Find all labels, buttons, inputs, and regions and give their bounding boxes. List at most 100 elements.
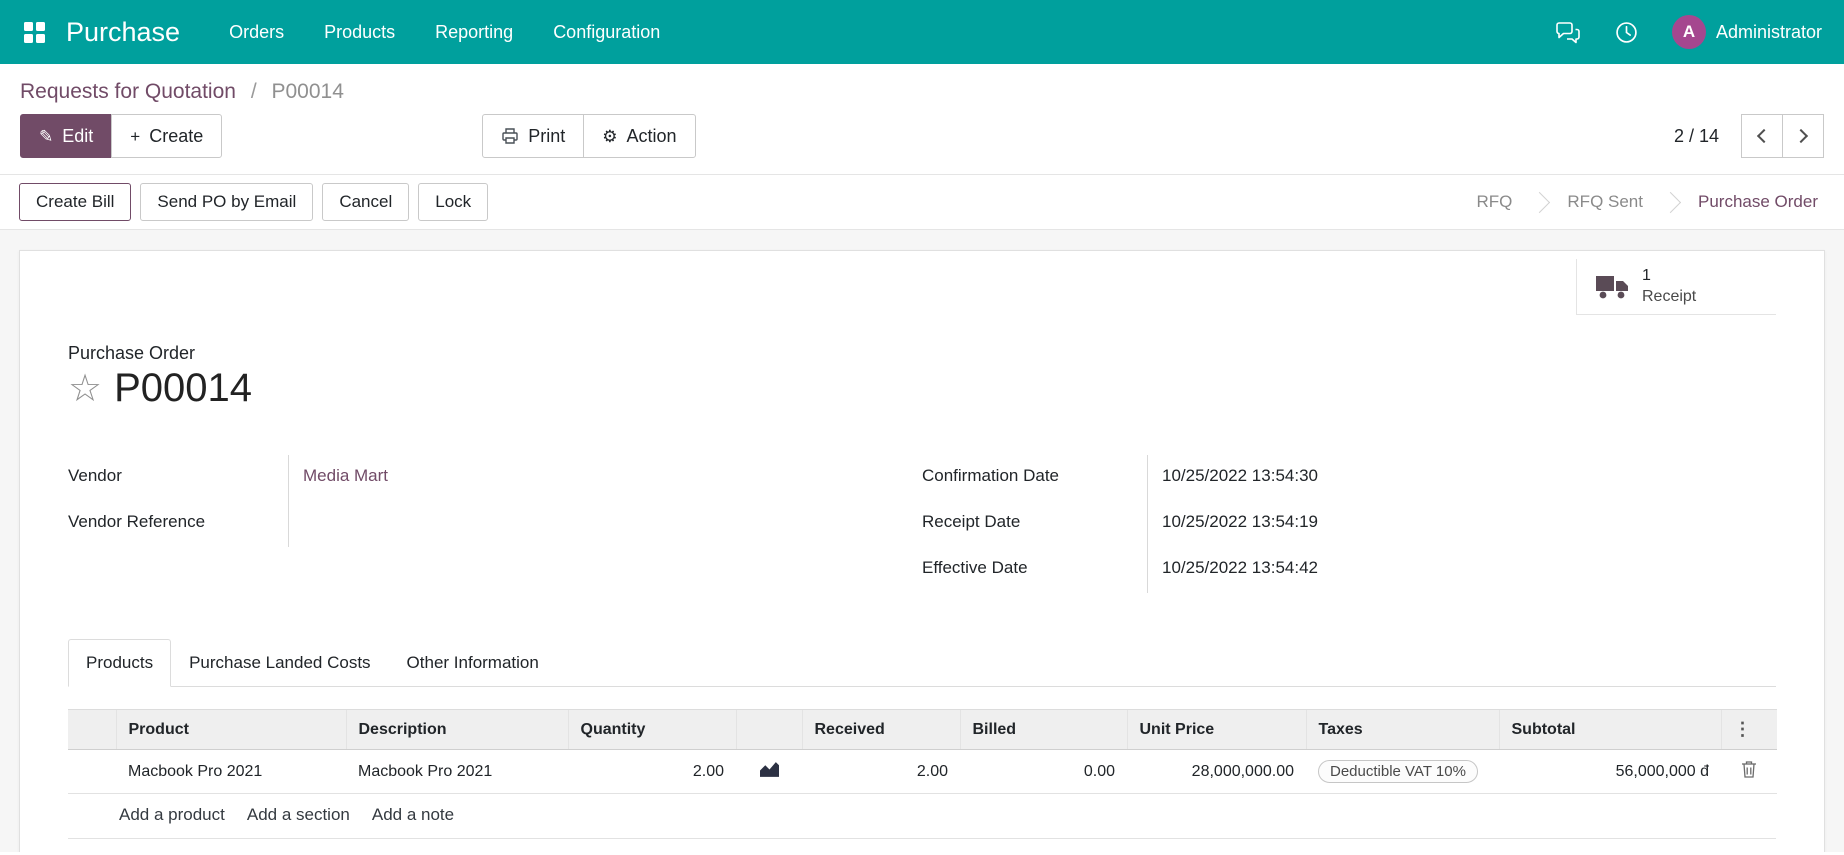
notebook-tabs: Products Purchase Landed Costs Other Inf… bbox=[68, 639, 1776, 687]
control-panel: ✎ Edit + Create Print ⚙ Action 2 / 14 bbox=[0, 114, 1844, 174]
vendor-reference-value bbox=[288, 501, 922, 547]
truck-icon bbox=[1596, 275, 1628, 298]
table-header-row: Product Description Quantity Received Bi… bbox=[68, 709, 1777, 750]
unit-price-column-header[interactable]: Unit Price bbox=[1126, 709, 1306, 750]
document-type-label: Purchase Order bbox=[68, 343, 196, 363]
statusbar: Create Bill Send PO by Email Cancel Lock… bbox=[0, 174, 1844, 230]
billed-column-header[interactable]: Billed bbox=[959, 709, 1127, 750]
page-title: P00014 bbox=[114, 366, 252, 410]
tab-purchase-landed-costs[interactable]: Purchase Landed Costs bbox=[171, 639, 388, 687]
handle-column-header bbox=[68, 709, 116, 750]
quantity-column-header[interactable]: Quantity bbox=[567, 709, 736, 750]
pencil-icon: ✎ bbox=[39, 126, 54, 146]
pager-count[interactable]: 2 / 14 bbox=[1674, 126, 1719, 147]
add-a-section-link[interactable]: Add a section bbox=[247, 805, 350, 825]
row-description: Macbook Pro 2021 bbox=[346, 749, 568, 794]
add-a-note-link[interactable]: Add a note bbox=[372, 805, 454, 825]
apps-menu-button[interactable] bbox=[10, 0, 58, 64]
receipt-count: 1 bbox=[1642, 266, 1651, 284]
breadcrumb-parent[interactable]: Requests for Quotation bbox=[20, 80, 236, 103]
content-area: 1 Receipt Purchase Order ☆ P00014 Vendor… bbox=[0, 230, 1844, 852]
status-step-purchase-order[interactable]: Purchase Order bbox=[1698, 192, 1818, 212]
menu-products[interactable]: Products bbox=[309, 16, 410, 49]
pager-next-button[interactable] bbox=[1782, 114, 1824, 158]
lock-button[interactable]: Lock bbox=[418, 183, 489, 221]
app-name[interactable]: Purchase bbox=[66, 17, 180, 48]
row-subtotal: 56,000,000 đ bbox=[1499, 749, 1721, 794]
chevron-right-icon bbox=[1793, 128, 1809, 144]
menu-orders[interactable]: Orders bbox=[214, 16, 299, 49]
title-block: Purchase Order ☆ P00014 bbox=[68, 343, 1776, 411]
create-bill-button[interactable]: Create Bill bbox=[19, 183, 132, 221]
print-action-group: Print ⚙ Action bbox=[482, 114, 696, 158]
subtotal-column-header[interactable]: Subtotal bbox=[1498, 709, 1721, 750]
optional-columns-kebab-icon[interactable]: ⋮ bbox=[1734, 719, 1752, 739]
confirmation-date-label: Confirmation Date bbox=[922, 466, 1060, 485]
receipt-label: Receipt bbox=[1642, 287, 1697, 305]
menu-configuration[interactable]: Configuration bbox=[538, 16, 675, 49]
pager: 2 / 14 bbox=[1674, 114, 1824, 158]
order-lines-table: Product Description Quantity Received Bi… bbox=[68, 709, 1777, 794]
vendor-field: Vendor Media Mart bbox=[68, 455, 922, 501]
user-name: Administrator bbox=[1715, 21, 1822, 42]
favorite-star-icon[interactable]: ☆ bbox=[68, 370, 102, 408]
trash-icon bbox=[1742, 761, 1756, 778]
tab-other-information[interactable]: Other Information bbox=[389, 639, 557, 687]
top-navbar: Purchase Orders Products Reporting Confi… bbox=[0, 0, 1844, 64]
forecast-button[interactable] bbox=[759, 761, 779, 777]
confirmation-date-field: Confirmation Date 10/25/2022 13:54:30 bbox=[922, 455, 1776, 501]
breadcrumb-current: P00014 bbox=[271, 80, 344, 103]
activities-button[interactable] bbox=[1609, 15, 1644, 50]
apps-grid-icon bbox=[23, 21, 45, 43]
clock-icon bbox=[1616, 21, 1637, 43]
delete-row-button[interactable] bbox=[1741, 760, 1757, 778]
effective-date-field: Effective Date 10/25/2022 13:54:42 bbox=[922, 547, 1776, 593]
status-chevron-icon bbox=[1529, 191, 1551, 213]
print-button[interactable]: Print bbox=[482, 114, 585, 158]
action-button[interactable]: ⚙ Action bbox=[583, 114, 696, 158]
printer-icon bbox=[502, 128, 518, 144]
menu-reporting[interactable]: Reporting bbox=[420, 16, 528, 49]
receipt-date-value: 10/25/2022 13:54:19 bbox=[1147, 501, 1776, 547]
vendor-label: Vendor bbox=[68, 466, 122, 485]
create-button[interactable]: + Create bbox=[111, 114, 223, 158]
received-column-header[interactable]: Received bbox=[801, 709, 960, 750]
table-row: Macbook Pro 2021 Macbook Pro 2021 2.00 2… bbox=[68, 749, 1777, 794]
product-column-header[interactable]: Product bbox=[115, 709, 346, 750]
taxes-column-header[interactable]: Taxes bbox=[1305, 709, 1499, 750]
row-unit-price: 28,000,000.00 bbox=[1127, 749, 1306, 794]
vendor-reference-field: Vendor Reference bbox=[68, 501, 922, 547]
vendor-value-link[interactable]: Media Mart bbox=[303, 466, 388, 485]
list-add-links: Add a product Add a section Add a note bbox=[68, 794, 1776, 839]
pager-buttons bbox=[1741, 114, 1824, 158]
field-groups: Vendor Media Mart Vendor Reference Confi… bbox=[68, 455, 1776, 593]
user-menu[interactable]: A Administrator bbox=[1671, 15, 1822, 49]
vendor-reference-label: Vendor Reference bbox=[68, 512, 206, 531]
send-po-by-email-button[interactable]: Send PO by Email bbox=[140, 183, 314, 221]
receipt-date-label: Receipt Date bbox=[922, 512, 1021, 531]
tab-products[interactable]: Products bbox=[68, 639, 172, 687]
row-handle-cell bbox=[68, 749, 116, 794]
edit-create-group: ✎ Edit + Create bbox=[20, 114, 223, 158]
row-quantity: 2.00 bbox=[568, 749, 736, 794]
description-column-header[interactable]: Description bbox=[345, 709, 568, 750]
plus-icon: + bbox=[130, 126, 141, 146]
cancel-button[interactable]: Cancel bbox=[322, 183, 410, 221]
effective-date-label: Effective Date bbox=[922, 558, 1028, 577]
purchase-order-form: 1 Receipt Purchase Order ☆ P00014 Vendor… bbox=[19, 250, 1825, 852]
pager-previous-button[interactable] bbox=[1741, 114, 1783, 158]
order-lines-list: Product Description Quantity Received Bi… bbox=[68, 687, 1777, 839]
stat-button-box: 1 Receipt bbox=[68, 259, 1776, 315]
row-product: Macbook Pro 2021 bbox=[116, 749, 346, 794]
forecast-column-header bbox=[735, 709, 802, 750]
status-chevron-icon bbox=[1659, 191, 1682, 213]
messages-button[interactable] bbox=[1549, 15, 1587, 50]
add-a-product-link[interactable]: Add a product bbox=[119, 805, 225, 825]
edit-button[interactable]: ✎ Edit bbox=[20, 114, 113, 158]
receipt-stat-button[interactable]: 1 Receipt bbox=[1576, 259, 1776, 315]
chevron-left-icon bbox=[1756, 128, 1772, 144]
tax-badge: Deductible VAT 10% bbox=[1318, 760, 1478, 783]
forecast-chart-icon bbox=[759, 761, 779, 777]
status-step-rfq-sent[interactable]: RFQ Sent bbox=[1567, 192, 1643, 212]
status-step-rfq[interactable]: RFQ bbox=[1477, 192, 1513, 212]
